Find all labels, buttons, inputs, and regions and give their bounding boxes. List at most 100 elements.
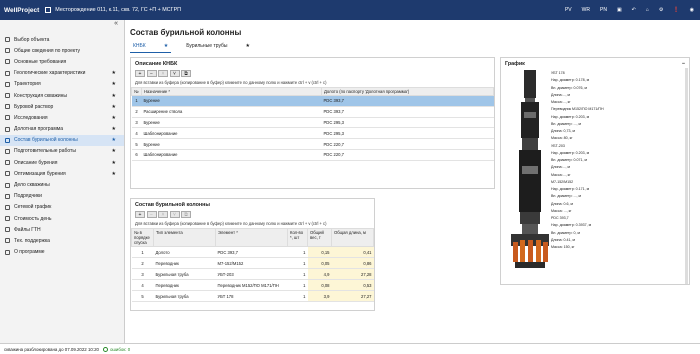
copy-element-icon[interactable]: ⧉ (181, 211, 191, 218)
table-cell[interactable]: 2 (131, 106, 142, 118)
table-cell[interactable]: PDC 295,3 (321, 117, 494, 129)
table-cell[interactable]: PDC 220,7 (321, 138, 494, 150)
table-cell[interactable]: Бурильная труба (153, 290, 216, 302)
table-cell[interactable]: 1 (287, 246, 308, 258)
table-cell[interactable]: 1 (287, 268, 308, 280)
wr-button[interactable]: WR (582, 7, 590, 13)
remove-row-button[interactable]: − (146, 70, 157, 77)
table-row[interactable]: 1 Бурение PDC 393,7 (131, 95, 494, 107)
sidebar-item-0[interactable]: Выбор объекта (0, 34, 124, 45)
table-cell[interactable]: 5 (131, 290, 154, 302)
info-icon[interactable]: ❗ (673, 7, 679, 13)
table-row[interactable]: 1 Долото PDC 393,7 1 0,15 0,41 (131, 246, 374, 258)
table-cell[interactable]: PDC 393,7 (215, 246, 288, 258)
table-cell[interactable]: Бурильная труба (153, 268, 216, 280)
sidebar-item-18[interactable]: Тех. поддержка (0, 235, 124, 246)
table-cell[interactable]: 6 (131, 149, 142, 161)
sidebar-item-6[interactable]: Буровой раствор ★ (0, 101, 124, 112)
home-icon[interactable]: ⌂ (646, 7, 649, 13)
sidebar-item-9[interactable]: Состав бурильной колонны ★ (0, 134, 124, 146)
gear-icon[interactable]: ⚙ (659, 7, 663, 13)
sidebar-item-label: Основные требования (14, 58, 67, 65)
table-cell[interactable]: Бурение (141, 138, 322, 150)
sidebar-item-3[interactable]: Геологические характеристики ★ (0, 68, 124, 79)
sidebar-item-16[interactable]: Стоимость день (0, 213, 124, 224)
table-cell[interactable]: Бурение (141, 95, 322, 107)
string-paste-hint[interactable]: Для вставки из буфера (копирование в буф… (131, 220, 374, 228)
table-cell[interactable]: 1 (287, 279, 308, 291)
sidebar-item-2[interactable]: Основные требования (0, 56, 124, 67)
table-row[interactable]: 4 Шаблонирование PDC 295,3 (131, 127, 494, 140)
move-element-down-button[interactable]: ˅ (169, 211, 180, 218)
sidebar-item-17[interactable]: Файлы ГТН (0, 224, 124, 235)
table-cell[interactable]: 1 (287, 257, 308, 269)
table-cell[interactable]: 1 (131, 95, 142, 107)
sidebar-item-label: Выбор объекта (14, 36, 50, 43)
sidebar-item-7[interactable]: Исследования ★ (0, 112, 124, 123)
table-cell[interactable]: 1 (131, 246, 154, 258)
table-row[interactable]: 5 Бурильная труба УБТ 178 1 3,9 27,27 (131, 290, 374, 302)
table-cell[interactable]: 1 (287, 290, 308, 302)
move-up-button[interactable]: ˄ (158, 70, 168, 77)
move-down-button[interactable]: ˅ (169, 70, 180, 77)
undo-icon[interactable]: ↶ (632, 7, 636, 13)
table-cell[interactable]: Переводник (153, 279, 216, 291)
sidebar-item-11[interactable]: Описание бурения ★ (0, 157, 124, 168)
table-cell[interactable]: 3 (131, 268, 154, 280)
table-cell[interactable]: Долото (153, 246, 216, 258)
table-cell[interactable]: PDC 393,7 (321, 106, 494, 118)
table-row[interactable]: 5 Бурение PDC 220,7 (131, 138, 494, 150)
table-cell[interactable]: 5 (131, 138, 142, 150)
sidebar-item-1[interactable]: Общие сведения по проекту (0, 45, 124, 56)
knbk-paste-hint[interactable]: Для вставки из буфера (копирование в буф… (131, 79, 494, 87)
table-cell[interactable]: УБТ 178 (215, 290, 288, 302)
sidebar-item-12[interactable]: Оптимизация бурения ★ (0, 168, 124, 179)
table-cell[interactable]: 2 (131, 257, 154, 269)
table-cell[interactable]: PDC 220,7 (321, 149, 494, 161)
sidebar-collapse-icon[interactable]: « (0, 20, 124, 34)
sidebar-item-8[interactable]: Долотная программа ★ (0, 124, 124, 135)
sidebar-item-19[interactable]: О программе (0, 247, 124, 258)
sidebar-item-15[interactable]: Сетевой график (0, 202, 124, 213)
table-cell[interactable]: Переводник М152/ПО М171/ПН (215, 279, 288, 291)
add-row-button[interactable]: + (135, 70, 145, 77)
table-cell[interactable]: УБТ-203 (215, 268, 288, 280)
table-row[interactable]: 6 Шаблонирование PDC 220,7 (131, 149, 494, 161)
table-cell[interactable]: М7-152/М152 (215, 257, 288, 269)
table-cell[interactable]: 3 (131, 117, 142, 129)
table-cell[interactable]: Шаблонирование (141, 149, 322, 161)
table-cell[interactable]: 4 (131, 127, 142, 140)
table-row[interactable]: 3 Бурение PDC 295,3 (131, 117, 494, 129)
table-cell[interactable]: Расширение ствола (141, 106, 322, 118)
table-row[interactable]: 4 Переводник Переводник М152/ПО М171/ПН 1 0,… (131, 279, 374, 291)
move-element-up-button[interactable]: ˄ (158, 211, 168, 218)
table-cell[interactable]: PDC 295,3 (321, 127, 494, 140)
app-brand[interactable]: WellProject (0, 7, 45, 14)
errors-count[interactable]: ошибок: 0 (110, 347, 130, 352)
tab-knbk[interactable]: КНБК ★ (130, 42, 172, 53)
remove-element-button[interactable]: − (146, 211, 157, 218)
copy-icon[interactable]: ⧉ (181, 70, 191, 77)
sidebar-item-14[interactable]: Подрядчики (0, 191, 124, 202)
table-row[interactable]: 2 Расширение ствола PDC 393,7 (131, 106, 494, 118)
graph-scrollbar[interactable] (685, 68, 688, 284)
add-element-button[interactable]: + (135, 211, 145, 218)
pv-button[interactable]: PV (565, 7, 572, 13)
pn-button[interactable]: PN (600, 7, 607, 13)
graph-collapse-icon[interactable]: − (682, 61, 685, 67)
table-cell[interactable]: 4 (131, 279, 154, 291)
table-cell[interactable]: Шаблонирование (141, 127, 322, 140)
table-cell[interactable]: PDC 393,7 (321, 95, 494, 107)
table-row[interactable]: 2 Переводник М7-152/М152 1 0,05 0,86 (131, 257, 374, 269)
sidebar-item-10[interactable]: Подготовительные работы ★ (0, 146, 124, 157)
sidebar-item-13[interactable]: Дело скважины (0, 179, 124, 190)
table-cell[interactable]: Переводник (153, 257, 216, 269)
save-icon[interactable]: ▣ (617, 7, 622, 13)
sidebar-item-4[interactable]: Траектория ★ (0, 79, 124, 90)
tab-drill-pipes[interactable]: Бурильные трубы ★ (183, 42, 253, 53)
table-row[interactable]: 3 Бурильная труба УБТ-203 1 4,9 27,28 (131, 268, 374, 280)
user-menu-icon[interactable]: ◉ (690, 7, 694, 13)
sidebar-item-5[interactable]: Конструкция скважины ★ (0, 90, 124, 101)
table-cell[interactable]: Бурение (141, 117, 322, 129)
nav-item-icon (5, 93, 10, 99)
